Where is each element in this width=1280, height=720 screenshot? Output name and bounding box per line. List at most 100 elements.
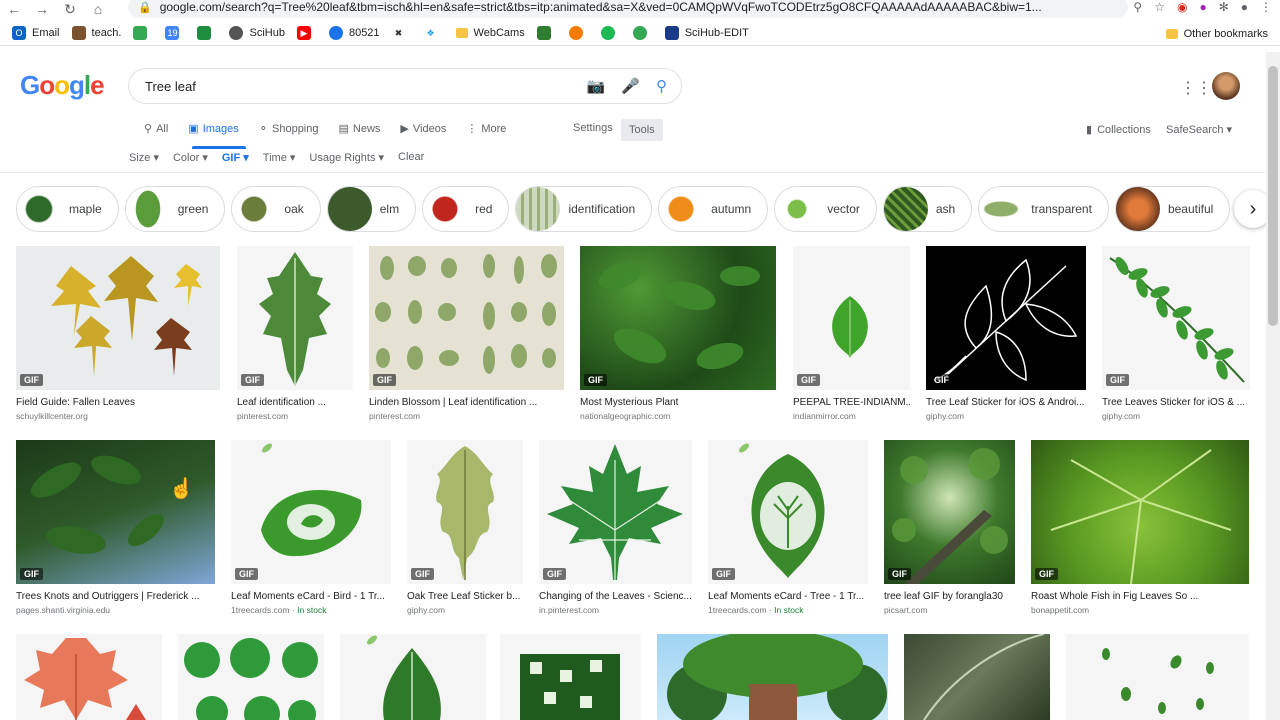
result-thumbnail[interactable]: GIF — [580, 246, 776, 390]
result-title[interactable]: PEEPAL TREE-INDIANM... — [793, 397, 910, 408]
image-result[interactable] — [904, 634, 1050, 720]
bookmark-green[interactable] — [632, 25, 653, 40]
image-result[interactable]: GIF Leaf Moments eCard - Tree - 1 Tr... … — [708, 440, 868, 615]
image-result[interactable] — [1066, 634, 1249, 720]
result-source[interactable]: pinterest.com — [237, 411, 353, 421]
tab-news[interactable]: ▤ News — [339, 122, 381, 136]
chip-green[interactable]: green — [124, 186, 226, 232]
filter-usage-rights[interactable]: Usage Rights ▾ — [309, 151, 384, 164]
result-thumbnail[interactable]: GIF — [237, 246, 353, 390]
image-result[interactable]: GIF Linden Blossom | Leaf identification… — [369, 246, 564, 421]
chip-beautiful[interactable]: beautiful — [1114, 186, 1231, 232]
search-input[interactable]: Tree leaf 📷 🎤 ⚲ — [128, 68, 682, 104]
result-title[interactable]: Field Guide: Fallen Leaves — [16, 397, 220, 408]
image-result[interactable] — [178, 634, 324, 720]
image-result[interactable]: GIF Leaf identification ... pinterest.co… — [237, 246, 353, 421]
other-bookmarks[interactable]: Other bookmarks — [1165, 28, 1268, 40]
zoom-icon[interactable]: ⚲ — [1133, 0, 1142, 14]
image-result[interactable]: GIF Tree Leaves Sticker for iOS & ... gi… — [1102, 246, 1250, 421]
image-result[interactable] — [16, 634, 162, 720]
home-icon[interactable]: ⌂ — [84, 1, 112, 17]
result-title[interactable]: Leaf Moments eCard - Tree - 1 Tr... — [708, 591, 868, 602]
result-source[interactable]: pages.shanti.virginia.edu — [16, 605, 215, 615]
safesearch-dropdown[interactable]: SafeSearch ▾ — [1166, 123, 1232, 136]
result-source[interactable]: 1treecards.com · In stock — [231, 605, 391, 615]
bookmark-classroom[interactable] — [197, 25, 217, 40]
result-title[interactable]: Linden Blossom | Leaf identification ... — [369, 397, 564, 408]
chip-elm[interactable]: elm — [326, 186, 417, 232]
chip-red[interactable]: red — [422, 186, 510, 232]
result-thumbnail[interactable]: GIF — [793, 246, 910, 390]
result-thumbnail[interactable]: GIF — [1102, 246, 1250, 390]
result-title[interactable]: Leaf Moments eCard - Bird - 1 Tr... — [231, 591, 391, 602]
result-title[interactable]: Tree Leaf Sticker for iOS & Androi... — [926, 397, 1086, 408]
image-result[interactable] — [500, 634, 641, 720]
result-thumbnail[interactable]: GIF — [708, 440, 868, 584]
result-source[interactable]: giphy.com — [926, 411, 1086, 421]
image-result[interactable]: GIF PEEPAL TREE-INDIANM... indianmirror.… — [793, 246, 910, 421]
result-thumbnail[interactable] — [16, 634, 162, 720]
tab-more[interactable]: ⋮ More — [466, 122, 506, 136]
image-result[interactable]: GIF tree leaf GIF by forangla30 picsart.… — [884, 440, 1015, 615]
bookmark-spotify[interactable] — [600, 25, 621, 40]
opera-icon[interactable]: ◉ — [1177, 0, 1187, 14]
bookmark-scihub[interactable]: SciHub — [229, 25, 285, 40]
star-icon[interactable]: ☆ — [1154, 0, 1165, 14]
image-result[interactable]: GIF Field Guide: Fallen Leaves schuylkil… — [16, 246, 220, 421]
result-thumbnail[interactable]: GIF — [16, 440, 215, 584]
image-result[interactable]: GIF Most Mysterious Plant nationalgeogra… — [580, 246, 776, 421]
result-thumbnail[interactable]: GIF — [231, 440, 391, 584]
result-thumbnail[interactable]: GIF — [407, 440, 523, 584]
profile-icon[interactable]: ● — [1241, 0, 1248, 14]
image-result[interactable]: GIF Leaf Moments eCard - Bird - 1 Tr... … — [231, 440, 391, 615]
result-title[interactable]: Roast Whole Fish in Fig Leaves So ... — [1031, 591, 1249, 602]
search-icon[interactable]: ⚲ — [656, 77, 667, 95]
chip-vector[interactable]: vector — [774, 186, 877, 232]
bookmark-scihub-edit[interactable]: SciHub-EDIT — [664, 25, 749, 40]
bookmark-mountain[interactable] — [536, 25, 557, 40]
tab-videos[interactable]: ▶ Videos — [400, 122, 446, 136]
image-result[interactable] — [340, 634, 486, 720]
result-thumbnail[interactable] — [340, 634, 486, 720]
reload-icon[interactable]: ↻ — [56, 1, 84, 18]
result-thumbnail[interactable] — [904, 634, 1050, 720]
image-result[interactable]: GIF Oak Tree Leaf Sticker b... giphy.com — [407, 440, 523, 615]
puzzle-icon[interactable]: ✻ — [1219, 0, 1229, 14]
result-thumbnail[interactable]: GIF — [926, 246, 1086, 390]
collections-button[interactable]: ▮ Collections — [1086, 123, 1151, 137]
filter-time[interactable]: Time ▾ — [263, 151, 296, 164]
result-source[interactable]: 1treecards.com · In stock — [708, 605, 868, 615]
avatar[interactable] — [1212, 72, 1240, 100]
camera-icon[interactable]: 📷 — [587, 77, 606, 95]
back-icon[interactable]: ← — [0, 1, 28, 17]
image-result[interactable]: GIF Roast Whole Fish in Fig Leaves So ..… — [1031, 440, 1249, 615]
bookmark-orange[interactable] — [568, 25, 589, 40]
result-thumbnail[interactable] — [1066, 634, 1249, 720]
filter-color[interactable]: Color ▾ — [173, 151, 208, 164]
result-title[interactable]: Tree Leaves Sticker for iOS & ... — [1102, 397, 1250, 408]
tab-images[interactable]: ▣ Images — [188, 122, 238, 136]
bookmark-teach[interactable]: teach. — [71, 25, 121, 40]
result-source[interactable]: giphy.com — [1102, 411, 1250, 421]
result-source[interactable]: nationalgeographic.com — [580, 411, 776, 421]
image-result[interactable] — [657, 634, 888, 720]
result-title[interactable]: Changing of the Leaves - Scienc... — [539, 591, 692, 602]
tab-shopping[interactable]: ⚬ Shopping — [259, 122, 319, 136]
filter-clear[interactable]: Clear — [398, 151, 424, 164]
microphone-icon[interactable]: 🎤 — [621, 77, 640, 95]
chip-oak[interactable]: oak — [231, 186, 321, 232]
result-source[interactable]: pinterest.com — [369, 411, 564, 421]
chip-identification[interactable]: identification — [515, 186, 653, 232]
image-result[interactable]: GIF Trees Knots and Outriggers | Frederi… — [16, 440, 215, 615]
result-thumbnail[interactable]: GIF — [1031, 440, 1249, 584]
result-thumbnail[interactable] — [178, 634, 324, 720]
google-logo[interactable]: Google — [20, 70, 105, 101]
bookmark-80521[interactable]: 80521 — [328, 25, 380, 40]
extension-icon[interactable]: ● — [1199, 0, 1206, 14]
chip-ash[interactable]: ash — [882, 186, 973, 232]
menu-dots-icon[interactable]: ⋮ — [1260, 0, 1272, 14]
filter-type-gif[interactable]: GIF ▾ — [222, 151, 249, 164]
result-thumbnail[interactable] — [657, 634, 888, 720]
bookmark-email[interactable]: O Email — [12, 25, 60, 40]
bookmark-youtube[interactable]: ▶ — [296, 25, 317, 40]
